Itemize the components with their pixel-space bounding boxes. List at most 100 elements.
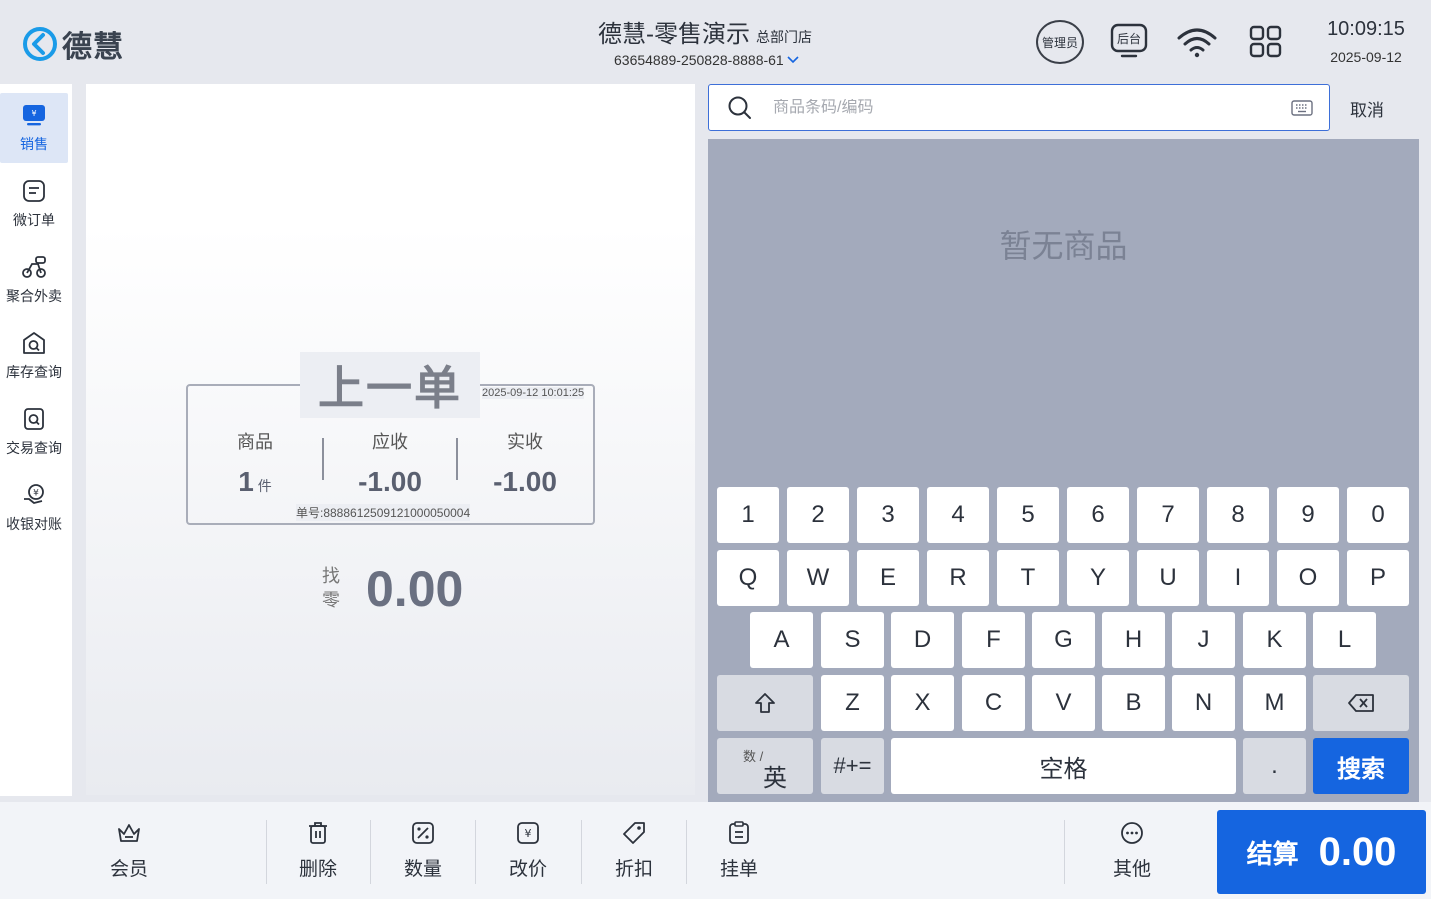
sidebar-item-sales[interactable]: ¥ 销售 [0,93,68,163]
key-6[interactable]: 6 [1067,487,1129,543]
key-q[interactable]: Q [717,550,779,606]
key-s[interactable]: S [821,612,884,668]
discount-tag-icon [621,820,647,846]
space-key[interactable]: 空格 [891,738,1236,794]
key-1[interactable]: 1 [717,487,779,543]
apps-button[interactable] [1248,24,1284,60]
admin-button[interactable]: 管理员 [1036,20,1084,64]
wifi-status[interactable] [1176,26,1218,58]
key-m[interactable]: M [1243,675,1306,731]
sidebar-item-transactions[interactable]: 交易查询 [0,397,68,467]
checkout-button[interactable]: 结算 0.00 [1217,810,1426,894]
member-button[interactable]: 会员 [77,820,181,886]
key-k[interactable]: K [1243,612,1306,668]
delete-button[interactable]: 删除 [266,820,370,886]
goods-area: 暂无商品 1 2 3 4 5 6 7 8 9 0 Q W E R T Y U I… [708,139,1419,802]
dot-key[interactable]: . [1243,738,1306,794]
clock: 10:09:15 2025-09-12 [1318,18,1414,65]
search-key[interactable]: 搜索 [1313,738,1409,794]
key-y[interactable]: Y [1067,550,1129,606]
key-i[interactable]: I [1207,550,1269,606]
key-b[interactable]: B [1102,675,1165,731]
quantity-button[interactable]: 数量 [371,820,475,886]
admin-label: 管理员 [1041,35,1078,50]
key-8[interactable]: 8 [1207,487,1269,543]
key-5[interactable]: 5 [997,487,1059,543]
empty-goods-text: 暂无商品 [999,228,1128,264]
symbols-key[interactable]: #+= [821,738,884,794]
backspace-icon [1348,694,1374,712]
hold-order-button[interactable]: 挂单 [687,820,791,886]
key-d[interactable]: D [891,612,954,668]
change-price-button[interactable]: ¥ 改价 [476,820,580,886]
store-name: 德慧-零售演示 [598,21,750,48]
backend-button[interactable]: 后台 [1110,22,1148,60]
key-p[interactable]: P [1347,550,1409,606]
key-z[interactable]: Z [821,675,884,731]
key-w[interactable]: W [787,550,849,606]
key-l[interactable]: L [1313,612,1376,668]
search-input[interactable] [773,98,1273,117]
discount-button[interactable]: 折扣 [582,820,686,886]
svg-text:¥: ¥ [31,109,36,118]
clock-time: 10:09:15 [1327,18,1405,40]
sidebar-item-micro-order[interactable]: 微订单 [0,169,68,239]
goods-count: 1 [238,466,254,497]
key-j[interactable]: J [1172,612,1235,668]
key-9[interactable]: 9 [1277,487,1339,543]
key-7[interactable]: 7 [1137,487,1199,543]
input-mode-key[interactable]: 数 / 英 [717,738,813,794]
key-3[interactable]: 3 [857,487,919,543]
goods-unit: 件 [257,478,272,494]
svg-text:¥: ¥ [33,489,39,499]
key-a[interactable]: A [750,612,813,668]
mode-english-label: 英 [763,765,787,792]
key-0[interactable]: 0 [1347,487,1409,543]
quantity-icon [410,820,436,846]
delete-label: 删除 [298,859,337,880]
key-x[interactable]: X [891,675,954,731]
key-c[interactable]: C [962,675,1025,731]
micro-order-icon [21,178,47,204]
key-2[interactable]: 2 [787,487,849,543]
order-number: 单号:888861250912100005000​4 [296,504,471,521]
sidebar-item-inventory[interactable]: 库存查询 [0,321,68,391]
key-r[interactable]: R [927,550,989,606]
key-n[interactable]: N [1172,675,1235,731]
other-label: 其他 [1112,859,1151,880]
cancel-button[interactable]: 取消 [1340,96,1394,121]
last-order-time: 2025-09-12 10:01:25 [482,387,585,399]
header-bar: 德慧 德慧-零售演示 总部门店 63654889-250828-8888-61 … [0,0,1431,84]
mode-number-label: 数 / [743,749,764,764]
monitor-icon: 后台 [1110,23,1148,58]
backend-label: 后台 [1117,31,1141,46]
shift-icon [755,693,775,713]
sidebar-item-reconciliation[interactable]: ¥ 收银对账 [0,473,68,543]
key-t[interactable]: T [997,550,1059,606]
key-h[interactable]: H [1102,612,1165,668]
other-button[interactable]: 其他 [1080,820,1184,886]
price-tag-icon: ¥ [515,820,541,846]
key-o[interactable]: O [1277,550,1339,606]
device-code-selector[interactable]: 63654889-250828-8888-61 [614,52,799,68]
backspace-key[interactable] [1313,675,1409,731]
checkout-amount: 0.00 [1318,829,1397,874]
key-f[interactable]: F [962,612,1025,668]
key-4[interactable]: 4 [927,487,989,543]
sidebar-item-label: 交易查询 [6,440,62,456]
keyboard-icon[interactable] [1291,100,1313,116]
clock-date: 2025-09-12 [1330,49,1402,65]
shift-key[interactable] [717,675,813,731]
goods-label: 商品 [237,432,273,452]
clipboard-icon [726,820,752,846]
search-box[interactable] [708,84,1330,131]
key-g[interactable]: G [1032,612,1095,668]
logo-icon [23,27,57,61]
sales-icon: ¥ [21,102,47,128]
key-u[interactable]: U [1137,550,1199,606]
sidebar-item-delivery[interactable]: 聚合外卖 [0,245,68,315]
key-e[interactable]: E [857,550,919,606]
key-v[interactable]: V [1032,675,1095,731]
search-icon [728,96,751,119]
order-panel: 上一单 2025-09-12 10:01:25 商品 1件 应收 -1.00 实… [86,84,695,795]
